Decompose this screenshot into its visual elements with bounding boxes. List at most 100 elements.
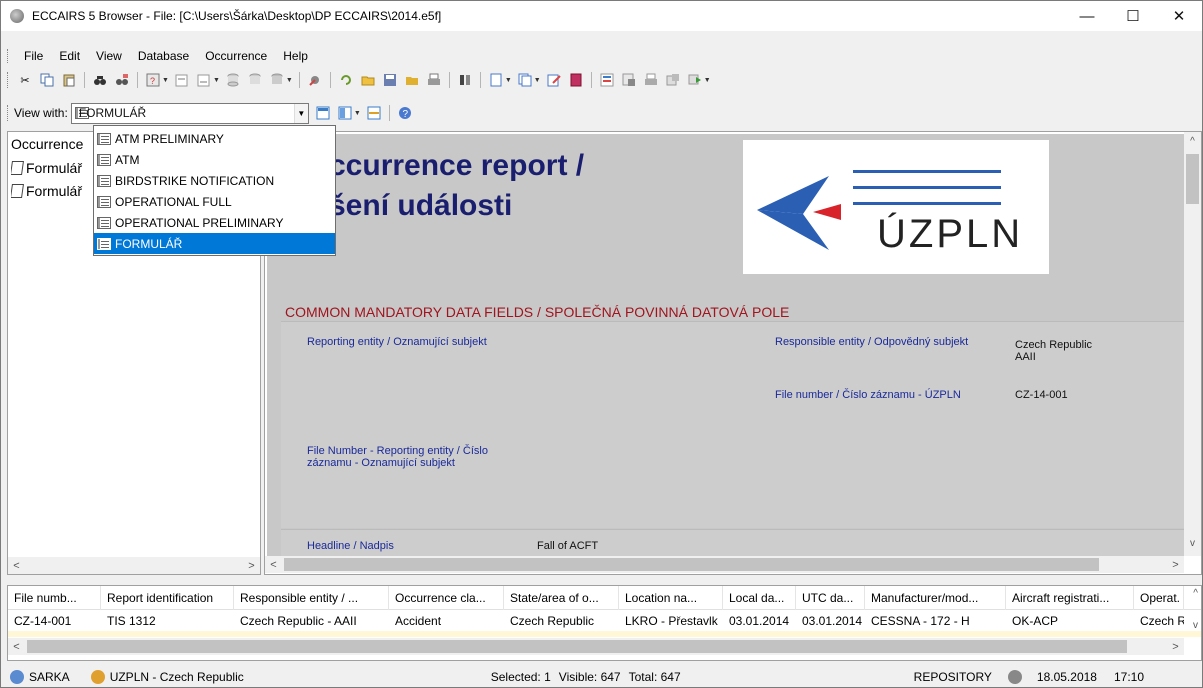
dropdown-option-atm-preliminary[interactable]: ATM PRELIMINARY bbox=[94, 128, 335, 149]
menu-edit[interactable]: Edit bbox=[51, 49, 88, 63]
report-horizontal-scrollbar[interactable]: < > bbox=[265, 556, 1184, 573]
query-dropdown-icon[interactable]: ▼ bbox=[162, 77, 169, 84]
grid-layout-icon[interactable] bbox=[366, 105, 382, 121]
file-number-value[interactable]: CZ-14-001 bbox=[1015, 389, 1068, 401]
close-button[interactable]: ✕ bbox=[1156, 1, 1202, 31]
menu-view[interactable]: View bbox=[88, 49, 130, 63]
scroll-thumb[interactable] bbox=[1186, 154, 1199, 204]
copy-document-icon[interactable] bbox=[517, 72, 533, 88]
scroll-thumb[interactable] bbox=[284, 558, 1099, 571]
dropdown-option-birdstrike-notification[interactable]: BIRDSTRIKE NOTIFICATION bbox=[94, 170, 335, 191]
responsible-entity-value-authority[interactable]: AAII bbox=[1015, 351, 1036, 363]
user-icon bbox=[10, 670, 24, 684]
scroll-down-icon[interactable]: v bbox=[1184, 538, 1201, 549]
status-mode: REPOSITORY bbox=[913, 670, 992, 684]
database-dropdown-icon[interactable]: ▼ bbox=[286, 77, 293, 84]
new-document-dropdown-icon[interactable]: ▼ bbox=[505, 77, 512, 84]
cut-icon[interactable]: ✂ bbox=[17, 72, 33, 88]
grid-horizontal-scrollbar[interactable]: < > bbox=[8, 638, 1184, 655]
database-icon[interactable] bbox=[225, 72, 241, 88]
find-icon[interactable] bbox=[92, 72, 108, 88]
copy-document-dropdown-icon[interactable]: ▼ bbox=[534, 77, 541, 84]
maximize-button[interactable]: ☐ bbox=[1110, 1, 1156, 31]
column-header[interactable]: Manufacturer/mod... bbox=[865, 586, 1006, 610]
scroll-left-icon[interactable]: < bbox=[265, 559, 282, 571]
scroll-down-icon[interactable]: v bbox=[1193, 620, 1198, 631]
scroll-right-icon[interactable]: > bbox=[243, 560, 260, 572]
paste-icon[interactable] bbox=[61, 72, 77, 88]
tree-item-formular-2[interactable]: Formulář bbox=[11, 183, 97, 199]
database-open-icon[interactable] bbox=[247, 72, 263, 88]
menu-help[interactable]: Help bbox=[275, 49, 316, 63]
column-header[interactable]: Responsible entity / ... bbox=[234, 586, 389, 610]
chevron-down-icon[interactable]: ▼ bbox=[293, 103, 308, 123]
column-header[interactable]: Operat. bbox=[1134, 586, 1184, 610]
column-header[interactable]: State/area of o... bbox=[504, 586, 619, 610]
column-header[interactable]: Report identification bbox=[101, 586, 234, 610]
save-icon[interactable] bbox=[382, 72, 398, 88]
connection-icon bbox=[1007, 670, 1022, 684]
send-icon[interactable] bbox=[687, 72, 703, 88]
dropdown-option-formular[interactable]: FORMULÁŘ bbox=[94, 233, 335, 254]
layout-icon[interactable] bbox=[315, 105, 331, 121]
merge-icon[interactable] bbox=[457, 72, 473, 88]
toolbar-grip[interactable] bbox=[7, 72, 10, 88]
minimize-button[interactable]: — bbox=[1064, 1, 1110, 31]
menu-occurrence[interactable]: Occurrence bbox=[197, 49, 275, 63]
column-header[interactable]: UTC da... bbox=[796, 586, 865, 610]
tree-item-formular-1[interactable]: Formulář bbox=[11, 160, 97, 176]
table-row[interactable]: CZ-14-001 TIS 1312 Czech Republic - AAII… bbox=[8, 611, 1201, 631]
tree-root-occurrence[interactable]: Occurrence bbox=[11, 136, 97, 152]
column-header[interactable]: File numb... bbox=[8, 586, 101, 610]
headline-value[interactable]: Fall of ACFT bbox=[537, 540, 598, 552]
menu-grip[interactable] bbox=[7, 49, 10, 63]
find-replace-icon[interactable] bbox=[114, 72, 130, 88]
scroll-left-icon[interactable]: < bbox=[8, 560, 25, 572]
tree-horizontal-scrollbar[interactable]: < > bbox=[8, 557, 260, 574]
send-dropdown-icon[interactable]: ▼ bbox=[704, 77, 711, 84]
column-header[interactable]: Aircraft registrati... bbox=[1006, 586, 1134, 610]
view-with-combobox[interactable]: FORMULÁŘ ▼ bbox=[70, 102, 309, 124]
attachment-icon[interactable] bbox=[665, 72, 681, 88]
layout-switch-icon[interactable] bbox=[337, 105, 353, 121]
scroll-left-icon[interactable]: < bbox=[8, 641, 25, 653]
menu-database[interactable]: Database bbox=[130, 49, 197, 63]
scroll-right-icon[interactable]: > bbox=[1167, 641, 1184, 653]
table-row[interactable] bbox=[8, 631, 1201, 637]
view-toolbar-grip[interactable] bbox=[7, 105, 10, 121]
dropdown-option-operational-preliminary[interactable]: OPERATIONAL PRELIMINARY bbox=[94, 212, 335, 233]
print-icon[interactable] bbox=[426, 72, 442, 88]
scroll-thumb[interactable] bbox=[27, 640, 1127, 653]
new-document-icon[interactable] bbox=[488, 72, 504, 88]
report-vertical-scrollbar[interactable]: ^ v bbox=[1184, 132, 1201, 556]
query-icon[interactable]: ? bbox=[145, 72, 161, 88]
menu-file[interactable]: File bbox=[16, 49, 51, 63]
occurrence-grid[interactable]: File numb... Report identification Respo… bbox=[7, 585, 1202, 661]
book-icon[interactable] bbox=[568, 72, 584, 88]
scroll-up-icon[interactable]: ^ bbox=[1184, 136, 1201, 147]
scroll-right-icon[interactable]: > bbox=[1167, 559, 1184, 571]
layout-dropdown-icon[interactable]: ▼ bbox=[354, 110, 361, 117]
edit-document-icon[interactable] bbox=[546, 72, 562, 88]
copy-icon[interactable] bbox=[39, 72, 55, 88]
view-with-label: View with: bbox=[14, 106, 68, 120]
column-header[interactable]: Local da... bbox=[723, 586, 796, 610]
settings-icon[interactable] bbox=[307, 72, 323, 88]
record-options-icon[interactable] bbox=[196, 72, 212, 88]
refresh-icon[interactable] bbox=[338, 72, 354, 88]
dropdown-option-operational-full[interactable]: OPERATIONAL FULL bbox=[94, 191, 335, 212]
export-icon[interactable] bbox=[621, 72, 637, 88]
report-icon[interactable] bbox=[599, 72, 615, 88]
record-dropdown-icon[interactable]: ▼ bbox=[213, 77, 220, 84]
responsible-entity-value-country[interactable]: Czech Republic bbox=[1015, 339, 1092, 351]
open-folder-icon[interactable] bbox=[360, 72, 376, 88]
scroll-up-icon[interactable]: ^ bbox=[1193, 588, 1198, 599]
print-preview-icon[interactable] bbox=[643, 72, 659, 88]
column-header[interactable]: Location na... bbox=[619, 586, 723, 610]
help-icon[interactable]: ? bbox=[397, 105, 413, 121]
dropdown-option-atm[interactable]: ATM bbox=[94, 149, 335, 170]
column-header[interactable]: Occurrence cla... bbox=[389, 586, 504, 610]
database-close-icon[interactable] bbox=[269, 72, 285, 88]
edit-record-icon[interactable] bbox=[174, 72, 190, 88]
open-file-icon[interactable] bbox=[404, 72, 420, 88]
